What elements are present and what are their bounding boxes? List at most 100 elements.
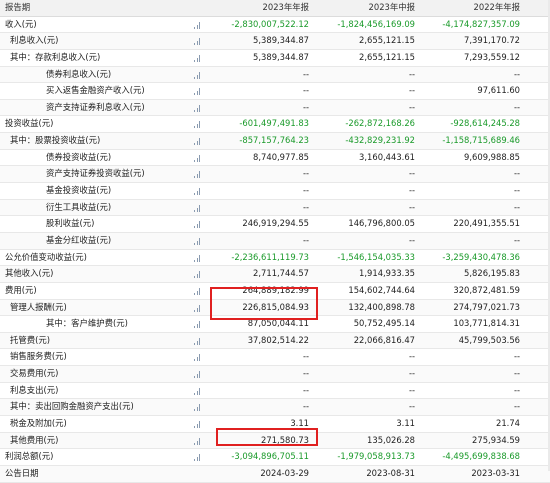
cell-sales-service-fee-1: -- xyxy=(302,351,309,362)
row-label-customer-maintenance-fee: 其中：客户维护费(元) xyxy=(46,318,128,329)
bar-chart-icon[interactable] xyxy=(194,254,201,262)
bar-chart-icon[interactable] xyxy=(194,420,201,429)
bar-chart-icon[interactable] xyxy=(194,287,201,295)
cell-repo-expense-3: -- xyxy=(513,401,520,412)
table-row-sales-service-fee: 销售服务费(元) -- -- -- xyxy=(0,349,550,367)
cell-fund-dividend-income-1: -- xyxy=(302,234,309,245)
header-period-2023-annual[interactable]: 2023年年报 xyxy=(209,0,309,16)
table-row-other-income: 其他收入(元) 2,711,744.57 1,914,933.35 5,826,195… xyxy=(0,266,550,283)
bar-chart-icon[interactable] xyxy=(194,37,201,46)
cell-derivative-income-1: -- xyxy=(302,201,309,212)
table-row-derivative-income: 衍生工具收益(元) -- -- -- xyxy=(0,199,550,217)
cell-bond-interest-income-1: -- xyxy=(302,68,309,79)
row-label-other-income: 其他收入(元) xyxy=(5,268,54,279)
cell-announcement-date-1: 2024-03-29 xyxy=(260,467,309,478)
cell-interest-expense-1: -- xyxy=(302,384,309,395)
row-label-investment-income: 投资收益(元) xyxy=(5,118,54,129)
bar-chart-icon[interactable] xyxy=(194,137,201,146)
bar-chart-icon[interactable] xyxy=(194,154,201,162)
table-row-other-expenses: 其他费用(元) 271,580.73 135,026.28 275,934.59 xyxy=(0,432,550,450)
cell-repo-expense-1: -- xyxy=(302,401,309,412)
table-row-dividend-income: 股利收益(元) 246,919,294.55 146,796,800.05 220,4… xyxy=(0,216,550,233)
cell-income-2: -1,824,456,169.09 xyxy=(337,18,415,29)
table-row-abs-investment-income: 资产支持证券投资收益(元) -- -- -- xyxy=(0,166,550,184)
table-row-abs-interest-income: 资产支持证券利息收入(元) -- -- -- xyxy=(0,99,550,117)
bar-chart-icon[interactable] xyxy=(194,120,201,129)
header-period-2022-annual[interactable]: 2022年年报 xyxy=(420,0,520,16)
cell-bond-investment-income-2: 3,160,443.61 xyxy=(359,151,415,162)
row-label-fund-investment-income: 基金投资收益(元) xyxy=(46,185,112,196)
table-row-stock-investment-income: 其中：股票投资收益(元) -857,157,764.23 -432,829,231.… xyxy=(0,133,550,150)
row-label-transaction-fee: 交易费用(元) xyxy=(10,368,59,379)
header-period-2023-interim[interactable]: 2023年中报 xyxy=(315,0,415,16)
bar-chart-icon[interactable] xyxy=(194,353,201,362)
row-label-abs-investment-income: 资产支持证券投资收益(元) xyxy=(46,168,145,179)
cell-fund-dividend-income-3: -- xyxy=(513,234,520,245)
cell-other-expenses-2: 135,026.28 xyxy=(367,434,415,445)
row-label-bond-interest-income: 债券利息收入(元) xyxy=(46,68,112,79)
cell-customer-maintenance-fee-2: 50,752,495.14 xyxy=(353,318,415,329)
bar-chart-icon[interactable] xyxy=(194,237,201,245)
table-row-custody-fee: 托管费(元) 37,802,514.22 22,066,816.47 45,799,5… xyxy=(0,332,550,350)
row-label-interest-income: 利息收入(元) xyxy=(10,35,59,46)
bar-chart-icon[interactable] xyxy=(194,71,201,79)
bar-chart-icon[interactable] xyxy=(194,21,201,29)
cell-stock-investment-income-2: -432,829,231.92 xyxy=(345,135,415,146)
cell-customer-maintenance-fee-3: 103,771,814.31 xyxy=(453,318,520,329)
table-row-repo-expense: 其中：卖出回购金融资产支出(元) -- -- -- xyxy=(0,399,550,417)
bar-chart-icon[interactable] xyxy=(194,387,201,395)
bar-chart-icon[interactable] xyxy=(194,170,201,179)
bar-chart-icon[interactable] xyxy=(194,104,201,112)
table-row-deposit-interest-income: 其中：存款利息收入(元) 5,389,344.87 2,655,121.15 7,29… xyxy=(0,50,550,67)
cell-reverse-repo-income-2: -- xyxy=(408,85,415,96)
row-label-abs-interest-income: 资产支持证券利息收入(元) xyxy=(46,101,145,112)
row-label-reverse-repo-income: 买入返售金融资产收入(元) xyxy=(46,85,145,96)
cell-abs-investment-income-3: -- xyxy=(513,168,520,179)
bar-chart-icon[interactable] xyxy=(194,204,201,212)
bar-chart-icon[interactable] xyxy=(194,87,201,96)
cell-interest-expense-3: -- xyxy=(513,384,520,395)
cell-management-fee-2: 132,400,898.78 xyxy=(348,301,415,312)
bar-chart-icon[interactable] xyxy=(194,437,201,445)
bar-chart-icon[interactable] xyxy=(194,403,201,412)
cell-customer-maintenance-fee-1: 87,050,044.11 xyxy=(247,318,309,329)
row-label-deposit-interest-income: 其中：存款利息收入(元) xyxy=(10,51,101,62)
cell-custody-fee-3: 45,799,503.56 xyxy=(458,334,520,345)
cell-investment-income-2: -262,872,168.26 xyxy=(345,118,415,129)
bar-chart-icon[interactable] xyxy=(194,453,201,462)
cell-tax-surcharge-3: 21.74 xyxy=(496,418,520,429)
row-label-income: 收入(元) xyxy=(5,18,37,29)
cell-expenses-3: 320,872,481.59 xyxy=(453,284,520,295)
row-label-derivative-income: 衍生工具收益(元) xyxy=(46,201,112,212)
row-label-fair-value-change-income: 公允价值变动收益(元) xyxy=(5,251,87,262)
cell-investment-income-1: -601,497,491.83 xyxy=(239,118,309,129)
table-row-interest-expense: 利息支出(元) -- -- -- xyxy=(0,383,550,400)
cell-announcement-date-3: 2023-03-31 xyxy=(471,467,520,478)
bar-chart-icon[interactable] xyxy=(194,220,201,229)
bar-chart-icon[interactable] xyxy=(194,54,201,62)
bar-chart-icon[interactable] xyxy=(194,187,201,196)
cell-transaction-fee-3: -- xyxy=(513,368,520,379)
row-label-interest-expense: 利息支出(元) xyxy=(10,384,59,395)
cell-transaction-fee-2: -- xyxy=(408,368,415,379)
table-row-bond-investment-income: 债券投资收益(元) 8,740,977.85 3,160,443.61 9,609,9… xyxy=(0,150,550,167)
cell-other-income-3: 5,826,195.83 xyxy=(464,268,520,279)
cell-dividend-income-1: 246,919,294.55 xyxy=(242,218,309,229)
bar-chart-icon[interactable] xyxy=(194,304,201,312)
bar-chart-icon[interactable] xyxy=(194,270,201,279)
bar-chart-icon[interactable] xyxy=(194,320,201,329)
bar-chart-icon[interactable] xyxy=(194,370,201,379)
cell-total-profit-1: -3,094,896,705.11 xyxy=(231,451,309,462)
cell-derivative-income-2: -- xyxy=(408,201,415,212)
cell-total-profit-2: -1,979,058,913.73 xyxy=(337,451,415,462)
cell-repo-expense-2: -- xyxy=(408,401,415,412)
table-row-fund-investment-income: 基金投资收益(元) -- -- -- xyxy=(0,183,550,200)
cell-interest-income-3: 7,391,170.72 xyxy=(464,35,520,46)
table-row-tax-surcharge: 税金及附加(元) 3.11 3.11 21.74 xyxy=(0,416,550,433)
table-row-bond-interest-income: 债券利息收入(元) -- -- -- xyxy=(0,66,550,84)
table-row-fair-value-change-income: 公允价值变动收益(元) -2,236,611,119.73 -1,546,154,0… xyxy=(0,250,550,267)
table-row-customer-maintenance-fee: 其中：客户维护费(元) 87,050,044.11 50,752,495.14 103… xyxy=(0,316,550,333)
cell-other-expenses-3: 275,934.59 xyxy=(472,434,520,445)
bar-chart-icon[interactable] xyxy=(194,337,201,345)
row-label-tax-surcharge: 税金及附加(元) xyxy=(10,418,67,429)
